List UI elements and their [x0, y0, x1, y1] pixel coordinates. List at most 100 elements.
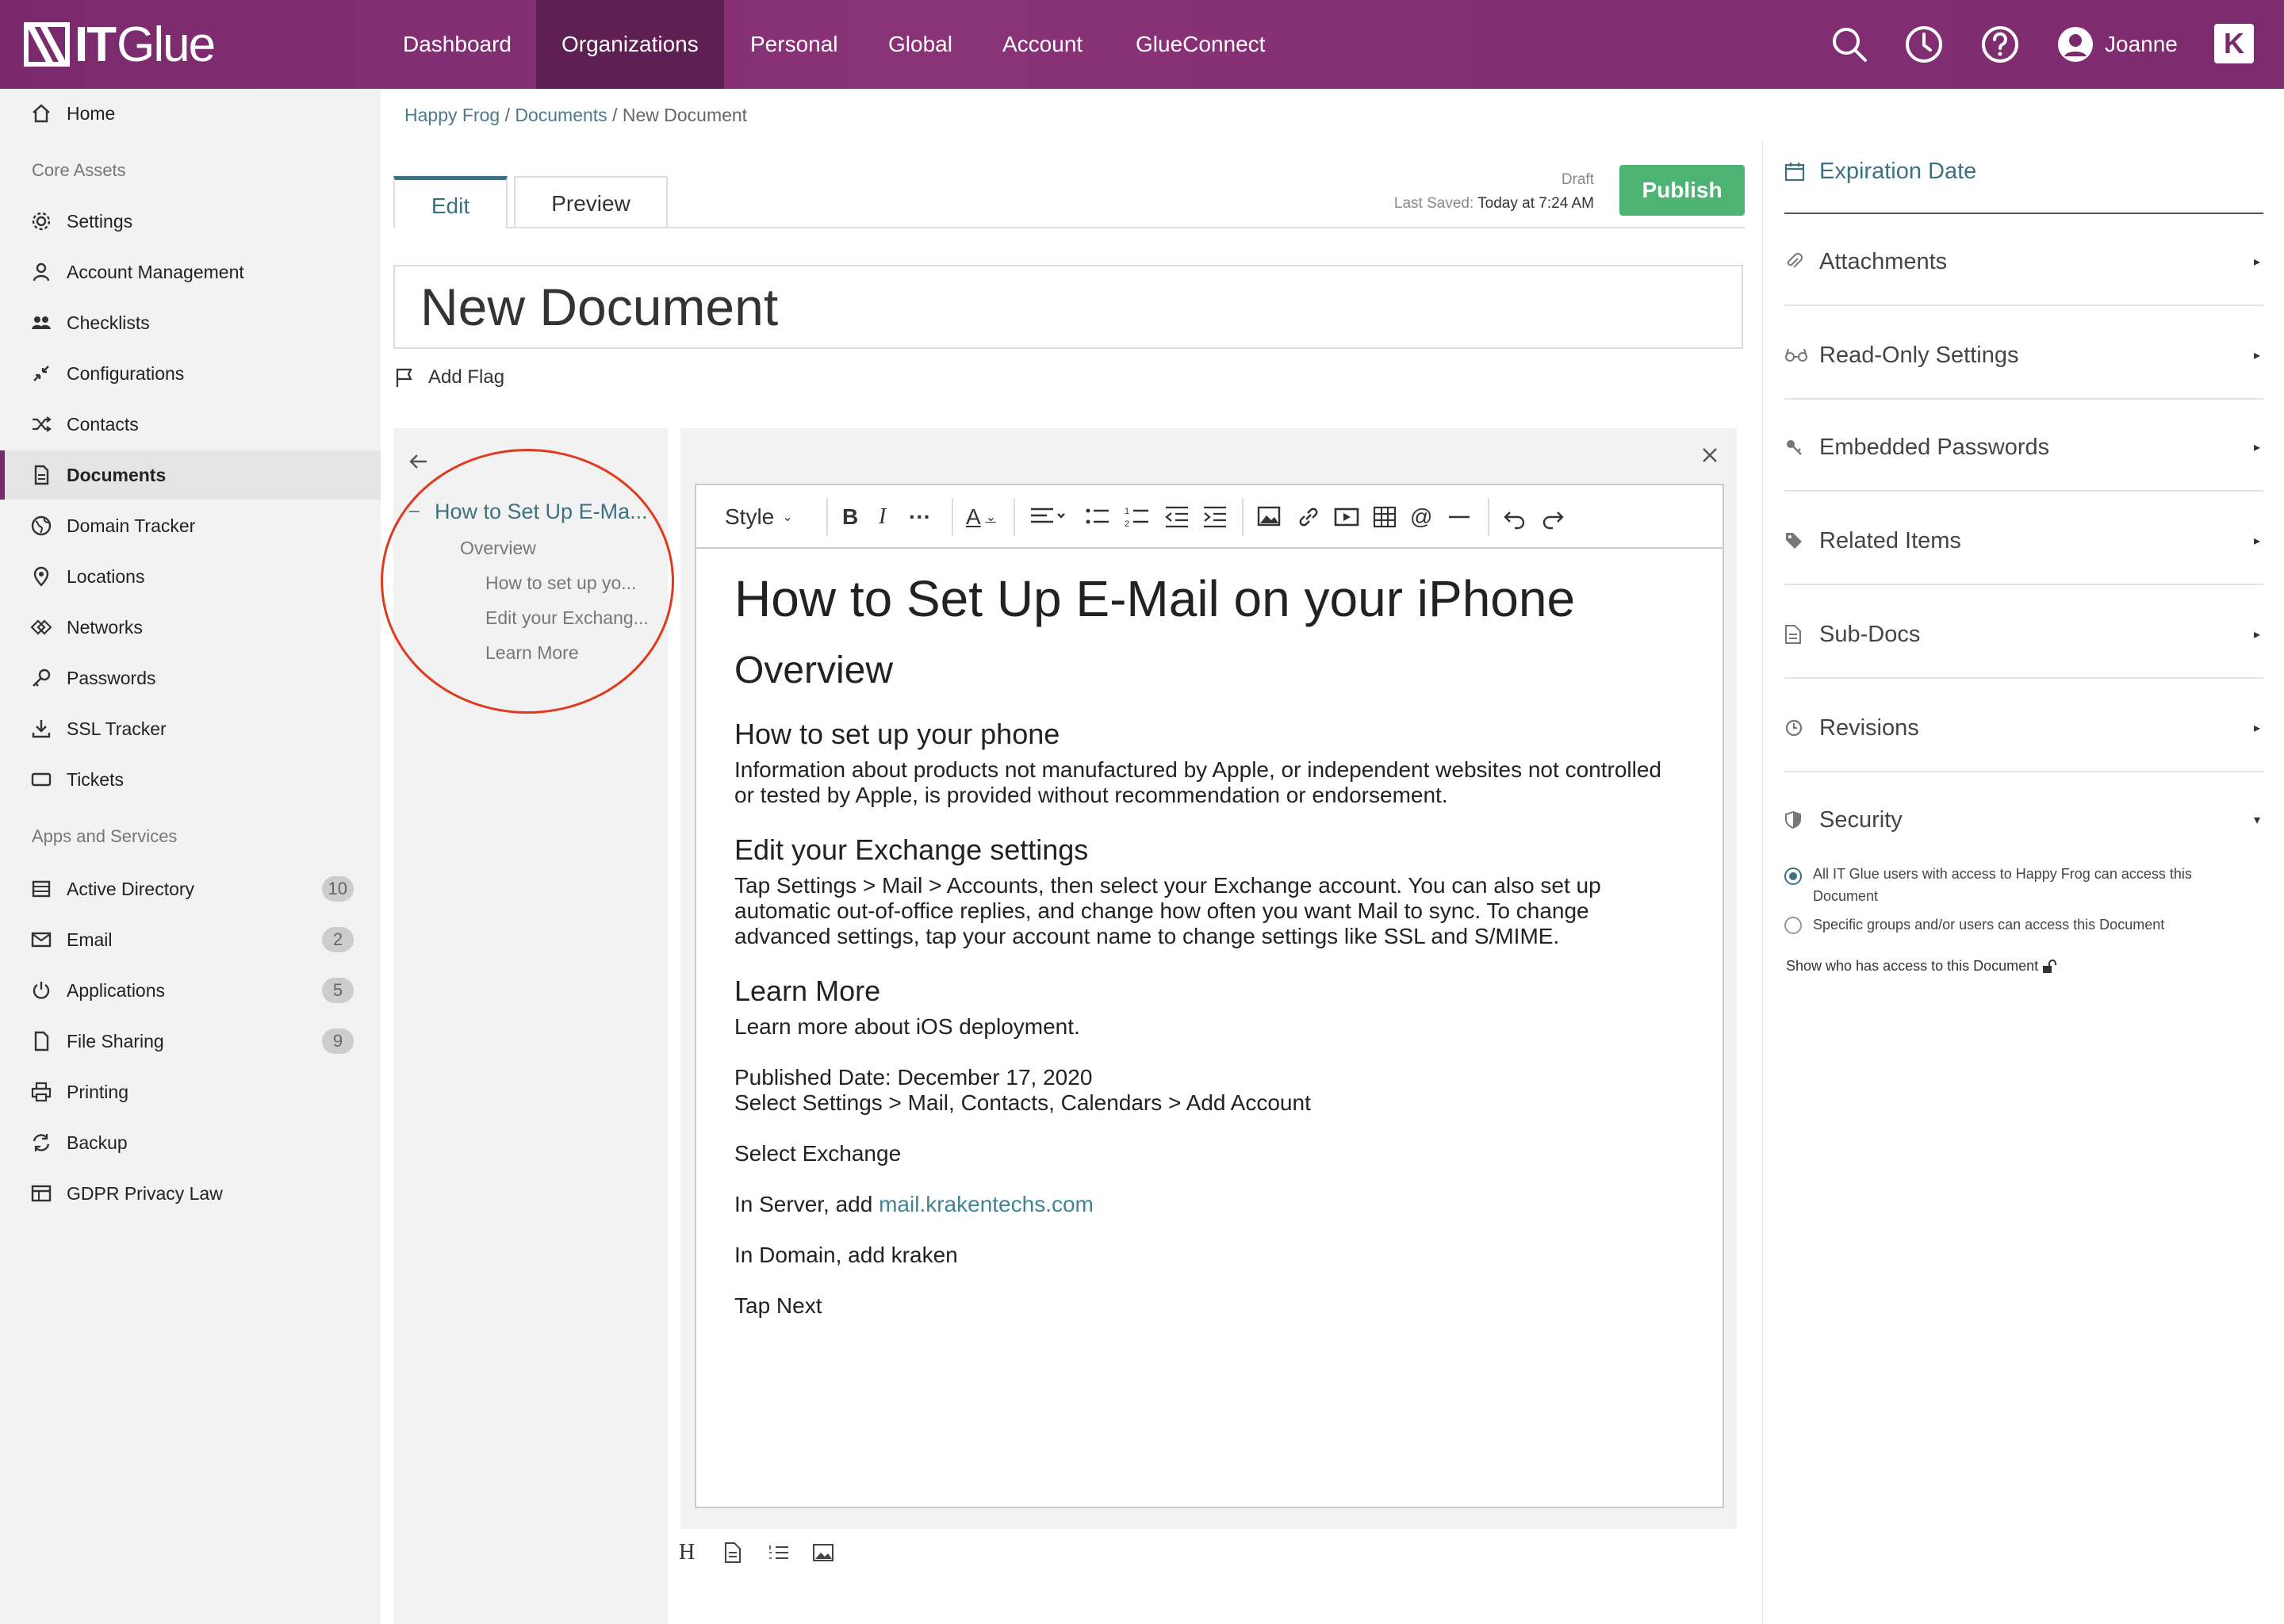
breadcrumb-org-link[interactable]: Happy Frog: [404, 105, 500, 125]
sidebar-item-gdpr-privacy-law[interactable]: GDPR Privacy Law: [0, 1169, 381, 1218]
document-tool[interactable]: [723, 1537, 768, 1568]
breadcrumb-documents-link[interactable]: Documents: [515, 105, 607, 125]
apps-services-heading: Apps and Services: [32, 826, 178, 846]
nav-dashboard[interactable]: Dashboard: [377, 0, 537, 89]
mention-icon[interactable]: @: [1410, 503, 1432, 531]
flag-icon: [396, 368, 412, 387]
numbered-list-tool[interactable]: [768, 1537, 812, 1568]
attachments-label: Attachments: [1819, 248, 1948, 274]
bold-icon[interactable]: B: [842, 503, 858, 531]
svg-text:2: 2: [1125, 519, 1129, 529]
user-menu[interactable]: Joanne: [2057, 24, 2178, 65]
sidebar-item-domain-tracker[interactable]: Domain Tracker: [0, 501, 381, 550]
server-link[interactable]: mail.krakentechs.com: [879, 1192, 1094, 1216]
clock-icon[interactable]: [1903, 24, 1945, 65]
sidebar-label: Home: [67, 102, 116, 124]
show-access-link[interactable]: Show who has access to this Document: [1786, 958, 2057, 975]
sidebar-item-settings[interactable]: Settings: [0, 197, 381, 246]
sidebar-item-printing[interactable]: Printing: [0, 1067, 381, 1116]
editor-content[interactable]: How to Set Up E-Mail on your iPhone Over…: [734, 565, 1686, 1319]
indent-icon[interactable]: [1202, 503, 1228, 531]
nav-organizations[interactable]: Organizations: [536, 0, 724, 89]
sidebar-item-configurations[interactable]: Configurations: [0, 349, 381, 398]
sidebar-item-contacts[interactable]: Contacts: [0, 400, 381, 449]
sidebar-label: Printing: [67, 1081, 128, 1102]
sidebar-item-home[interactable]: Home: [0, 89, 381, 138]
search-icon[interactable]: [1829, 24, 1870, 65]
heading-tool[interactable]: H: [679, 1537, 723, 1568]
sidebar-item-tickets[interactable]: Tickets: [0, 755, 381, 804]
more-icon[interactable]: ···: [909, 503, 931, 531]
sidebar-item-file-sharing[interactable]: File Sharing 9: [0, 1017, 381, 1066]
nav-account[interactable]: Account: [977, 0, 1108, 89]
numbered-list-icon[interactable]: 12: [1125, 503, 1150, 531]
sidebar-item-account-management[interactable]: Account Management: [0, 247, 381, 297]
publish-button[interactable]: Publish: [1619, 165, 1745, 216]
itglue-logo[interactable]: IT Glue: [24, 17, 216, 72]
outdent-icon[interactable]: [1164, 503, 1190, 531]
sidebar-item-checklists[interactable]: Checklists: [0, 298, 381, 347]
count-badge: 2: [322, 927, 354, 952]
related-items-label: Related Items: [1819, 527, 1961, 553]
kaseya-badge[interactable]: K: [2214, 24, 2254, 63]
table-insert-icon[interactable]: [1372, 503, 1397, 531]
sidebar-item-networks[interactable]: Networks: [0, 603, 381, 652]
sidebar-label: Applications: [67, 979, 166, 1001]
file-icon: [34, 1031, 49, 1051]
sidebar-item-backup[interactable]: Backup: [0, 1118, 381, 1167]
document-title-input[interactable]: New Document: [393, 265, 1743, 349]
video-icon[interactable]: [1334, 503, 1359, 531]
nav-glueconnect[interactable]: GlueConnect: [1110, 0, 1290, 89]
italic-icon[interactable]: I: [879, 503, 886, 531]
tab-edit[interactable]: Edit: [393, 176, 508, 228]
sidebar-item-email[interactable]: Email 2: [0, 915, 381, 964]
add-flag-button[interactable]: Add Flag: [393, 366, 504, 389]
read-only-settings-section[interactable]: Read-Only Settings ▸: [1784, 331, 2260, 379]
security-label: Security: [1819, 806, 1903, 833]
related-items-section[interactable]: Related Items ▸: [1784, 517, 2260, 565]
count-badge: 10: [321, 876, 354, 902]
sidebar-item-passwords[interactable]: Passwords: [0, 653, 381, 703]
arrow-left-icon[interactable]: [408, 450, 430, 473]
attachments-section[interactable]: Attachments ▸: [1784, 238, 2260, 285]
bullet-list-icon[interactable]: [1085, 503, 1110, 531]
sidebar-label: GDPR Privacy Law: [67, 1182, 223, 1204]
revisions-section[interactable]: Revisions ▸: [1784, 704, 2260, 752]
close-icon[interactable]: [1700, 446, 1719, 465]
nav-global[interactable]: Global: [863, 0, 978, 89]
sidebar-item-documents[interactable]: Documents: [0, 450, 381, 500]
glasses-icon: [1785, 348, 1807, 362]
horizontal-rule-icon[interactable]: [1447, 503, 1472, 531]
embedded-passwords-section[interactable]: Embedded Passwords ▸: [1784, 423, 2260, 471]
rich-text-editor[interactable]: Style ⌄ B I ··· A ⌄ 12 @ How to Set Up E-M…: [695, 484, 1724, 1508]
sidebar-item-locations[interactable]: Locations: [0, 552, 381, 601]
users-icon: [32, 316, 51, 329]
expiration-date-button[interactable]: Expiration Date: [1784, 147, 2260, 195]
content-heading-1: How to Set Up E-Mail on your iPhone: [734, 570, 1576, 627]
sidebar-item-active-directory[interactable]: Active Directory 10: [0, 864, 381, 914]
security-option-specific-label: Specific groups and/or users can access …: [1813, 917, 2165, 933]
sidebar-item-applications[interactable]: Applications 5: [0, 966, 381, 1015]
nav-personal[interactable]: Personal: [725, 0, 864, 89]
image-tool[interactable]: [812, 1537, 856, 1568]
sub-docs-section[interactable]: Sub-Docs ▸: [1784, 611, 2260, 658]
image-icon[interactable]: [1256, 503, 1282, 531]
content-select-settings: Select Settings > Mail, Contacts, Calend…: [734, 1090, 1311, 1115]
security-option-specific-radio[interactable]: [1784, 917, 1802, 934]
sidebar-item-ssl-tracker[interactable]: SSL Tracker: [0, 704, 381, 753]
divider: [1784, 584, 2263, 585]
redo-icon[interactable]: [1540, 503, 1565, 531]
security-option-all-radio[interactable]: [1784, 868, 1802, 885]
font-color-icon[interactable]: A ⌄: [966, 503, 996, 531]
align-icon[interactable]: [1029, 503, 1071, 531]
gear-icon: [32, 212, 51, 231]
security-section[interactable]: Security ▾: [1784, 796, 2260, 844]
list-icon: [32, 880, 51, 898]
sidebar-label: Locations: [67, 565, 145, 587]
link-icon[interactable]: [1296, 503, 1321, 531]
undo-icon[interactable]: [1502, 503, 1527, 531]
style-dropdown[interactable]: Style ⌄: [725, 503, 793, 531]
help-icon[interactable]: [1979, 24, 2021, 65]
toolbar-separator: [826, 498, 828, 536]
tab-preview[interactable]: Preview: [514, 176, 668, 228]
